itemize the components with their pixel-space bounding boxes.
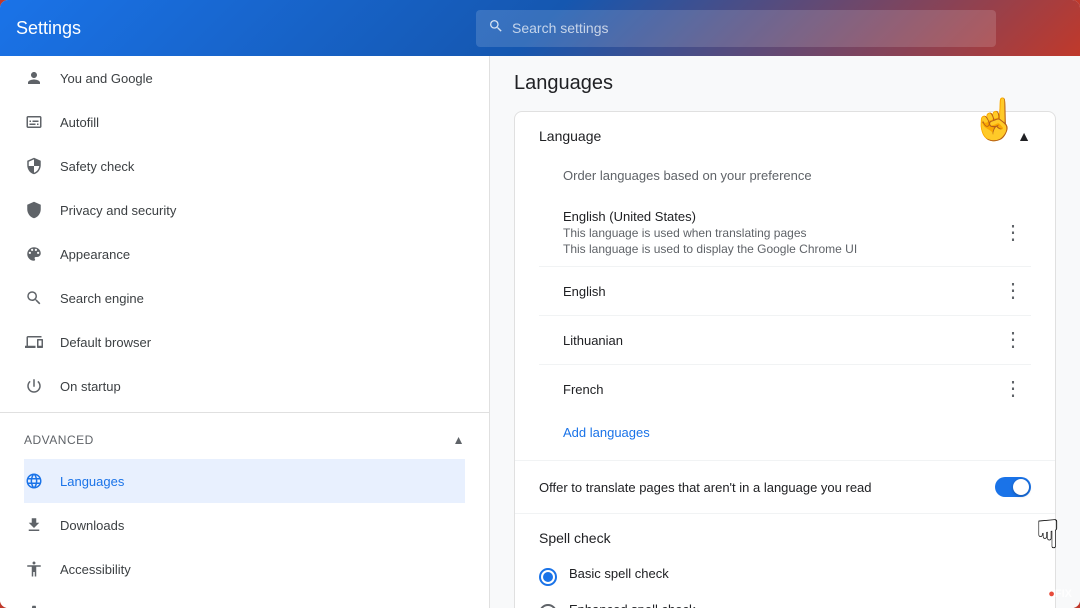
- language-card: Language ▲ Order languages based on your…: [514, 111, 1056, 608]
- sidebar-item-languages-label: Languages: [60, 474, 124, 489]
- lang-info-lithuanian: Lithuanian: [563, 333, 995, 348]
- more-options-lithuanian[interactable]: ⋮: [995, 326, 1031, 354]
- sidebar-item-on-startup-label: On startup: [60, 379, 121, 394]
- more-options-english-us[interactable]: ⋮: [995, 219, 1031, 247]
- lang-desc2-english-us: This language is used to display the Goo…: [563, 242, 995, 256]
- lang-info-english: English: [563, 284, 995, 299]
- search-bar[interactable]: [476, 10, 996, 47]
- lang-name-english-us: English (United States): [563, 209, 995, 224]
- sidebar-item-system[interactable]: System: [24, 591, 465, 608]
- language-card-title: Language: [539, 128, 601, 144]
- advanced-items: Languages Downloads Accessibility: [24, 459, 465, 608]
- shield-icon: [24, 156, 44, 176]
- page-title: Languages: [514, 72, 1056, 95]
- add-languages-button[interactable]: Add languages: [539, 413, 650, 452]
- person-icon: [24, 68, 44, 88]
- more-options-french[interactable]: ⋮: [995, 375, 1031, 403]
- spell-check-title: Spell check: [539, 530, 1031, 546]
- enhanced-spell-check-info: Enhanced spell check Uses the same spell…: [569, 602, 1031, 608]
- sidebar-item-default-browser-label: Default browser: [60, 335, 151, 350]
- language-row-english: English ⋮: [539, 267, 1031, 316]
- chevron-up-icon: ▲: [453, 433, 465, 447]
- language-row-lithuanian: Lithuanian ⋮: [539, 316, 1031, 365]
- basic-spell-check-label: Basic spell check: [569, 566, 669, 581]
- privacy-icon: [24, 200, 44, 220]
- content-area: ☝ Languages Language ▲ Order languages b…: [490, 56, 1080, 608]
- sidebar-item-on-startup[interactable]: On startup: [0, 364, 489, 408]
- enhanced-spell-check-option[interactable]: Enhanced spell check Uses the same spell…: [539, 594, 1031, 608]
- lang-name-lithuanian: Lithuanian: [563, 333, 995, 348]
- sidebar-item-accessibility[interactable]: Accessibility: [24, 547, 465, 591]
- autofill-icon: [24, 112, 44, 132]
- enhanced-spell-check-radio[interactable]: [539, 604, 557, 608]
- more-options-english[interactable]: ⋮: [995, 277, 1031, 305]
- language-row-english-us: English (United States) This language is…: [539, 199, 1031, 267]
- sidebar-item-privacy-security[interactable]: Privacy and security: [0, 188, 489, 232]
- sidebar-item-safety-check-label: Safety check: [60, 159, 134, 174]
- globe-icon: [24, 471, 44, 491]
- sidebar-item-downloads-label: Downloads: [60, 518, 124, 533]
- toggle-slider: [995, 477, 1031, 497]
- sidebar-item-default-browser[interactable]: Default browser: [0, 320, 489, 364]
- chevron-up-icon: ▲: [1017, 128, 1031, 144]
- watermark: UG●FIX: [1032, 588, 1072, 600]
- header: Settings: [0, 0, 1080, 56]
- advanced-section: Advanced ▲ Languages Downloads: [0, 417, 489, 608]
- download-icon: [24, 515, 44, 535]
- lang-desc1-english-us: This language is used when translating p…: [563, 226, 995, 240]
- system-icon: [24, 603, 44, 608]
- sidebar-item-autofill[interactable]: Autofill: [0, 100, 489, 144]
- appearance-icon: [24, 244, 44, 264]
- sidebar: You and Google Autofill Safety check Pri…: [0, 56, 490, 608]
- app-title: Settings: [16, 18, 476, 39]
- sidebar-item-search-engine-label: Search engine: [60, 291, 144, 306]
- sidebar-item-appearance-label: Appearance: [60, 247, 130, 262]
- accessibility-icon: [24, 559, 44, 579]
- sidebar-item-accessibility-label: Accessibility: [60, 562, 131, 577]
- advanced-label: Advanced: [24, 433, 94, 447]
- order-lang-subtitle: Order languages based on your preference: [539, 160, 1031, 191]
- search-icon: [488, 18, 504, 39]
- enhanced-spell-check-label: Enhanced spell check: [569, 602, 1031, 608]
- sidebar-item-downloads[interactable]: Downloads: [24, 503, 465, 547]
- sidebar-divider: [0, 412, 489, 413]
- basic-spell-check-info: Basic spell check: [569, 566, 669, 581]
- lang-info-english-us: English (United States) This language is…: [563, 209, 995, 256]
- search-input[interactable]: [512, 20, 984, 36]
- sidebar-item-you-and-google[interactable]: You and Google: [0, 56, 489, 100]
- sidebar-item-safety-check[interactable]: Safety check: [0, 144, 489, 188]
- sidebar-item-privacy-security-label: Privacy and security: [60, 203, 176, 218]
- language-row-french: French ⋮: [539, 365, 1031, 413]
- translate-toggle-row: Offer to translate pages that aren't in …: [515, 460, 1055, 513]
- translate-toggle[interactable]: [995, 477, 1031, 497]
- lang-name-english: English: [563, 284, 995, 299]
- sidebar-item-you-and-google-label: You and Google: [60, 71, 153, 86]
- browser-icon: [24, 332, 44, 352]
- translate-toggle-label: Offer to translate pages that aren't in …: [539, 480, 872, 495]
- sidebar-item-appearance[interactable]: Appearance: [0, 232, 489, 276]
- language-card-header[interactable]: Language ▲: [515, 112, 1055, 160]
- search-engine-icon: [24, 288, 44, 308]
- sidebar-item-languages[interactable]: Languages: [24, 459, 465, 503]
- lang-name-french: French: [563, 382, 995, 397]
- basic-spell-check-radio[interactable]: [539, 568, 557, 586]
- sidebar-item-search-engine[interactable]: Search engine: [0, 276, 489, 320]
- lang-info-french: French: [563, 382, 995, 397]
- spell-check-section: Spell check Basic spell check Enhanced s…: [515, 513, 1055, 608]
- advanced-header[interactable]: Advanced ▲: [24, 425, 465, 455]
- sidebar-item-autofill-label: Autofill: [60, 115, 99, 130]
- basic-spell-check-option[interactable]: Basic spell check: [539, 558, 1031, 594]
- language-card-body: Order languages based on your preference…: [515, 160, 1055, 460]
- startup-icon: [24, 376, 44, 396]
